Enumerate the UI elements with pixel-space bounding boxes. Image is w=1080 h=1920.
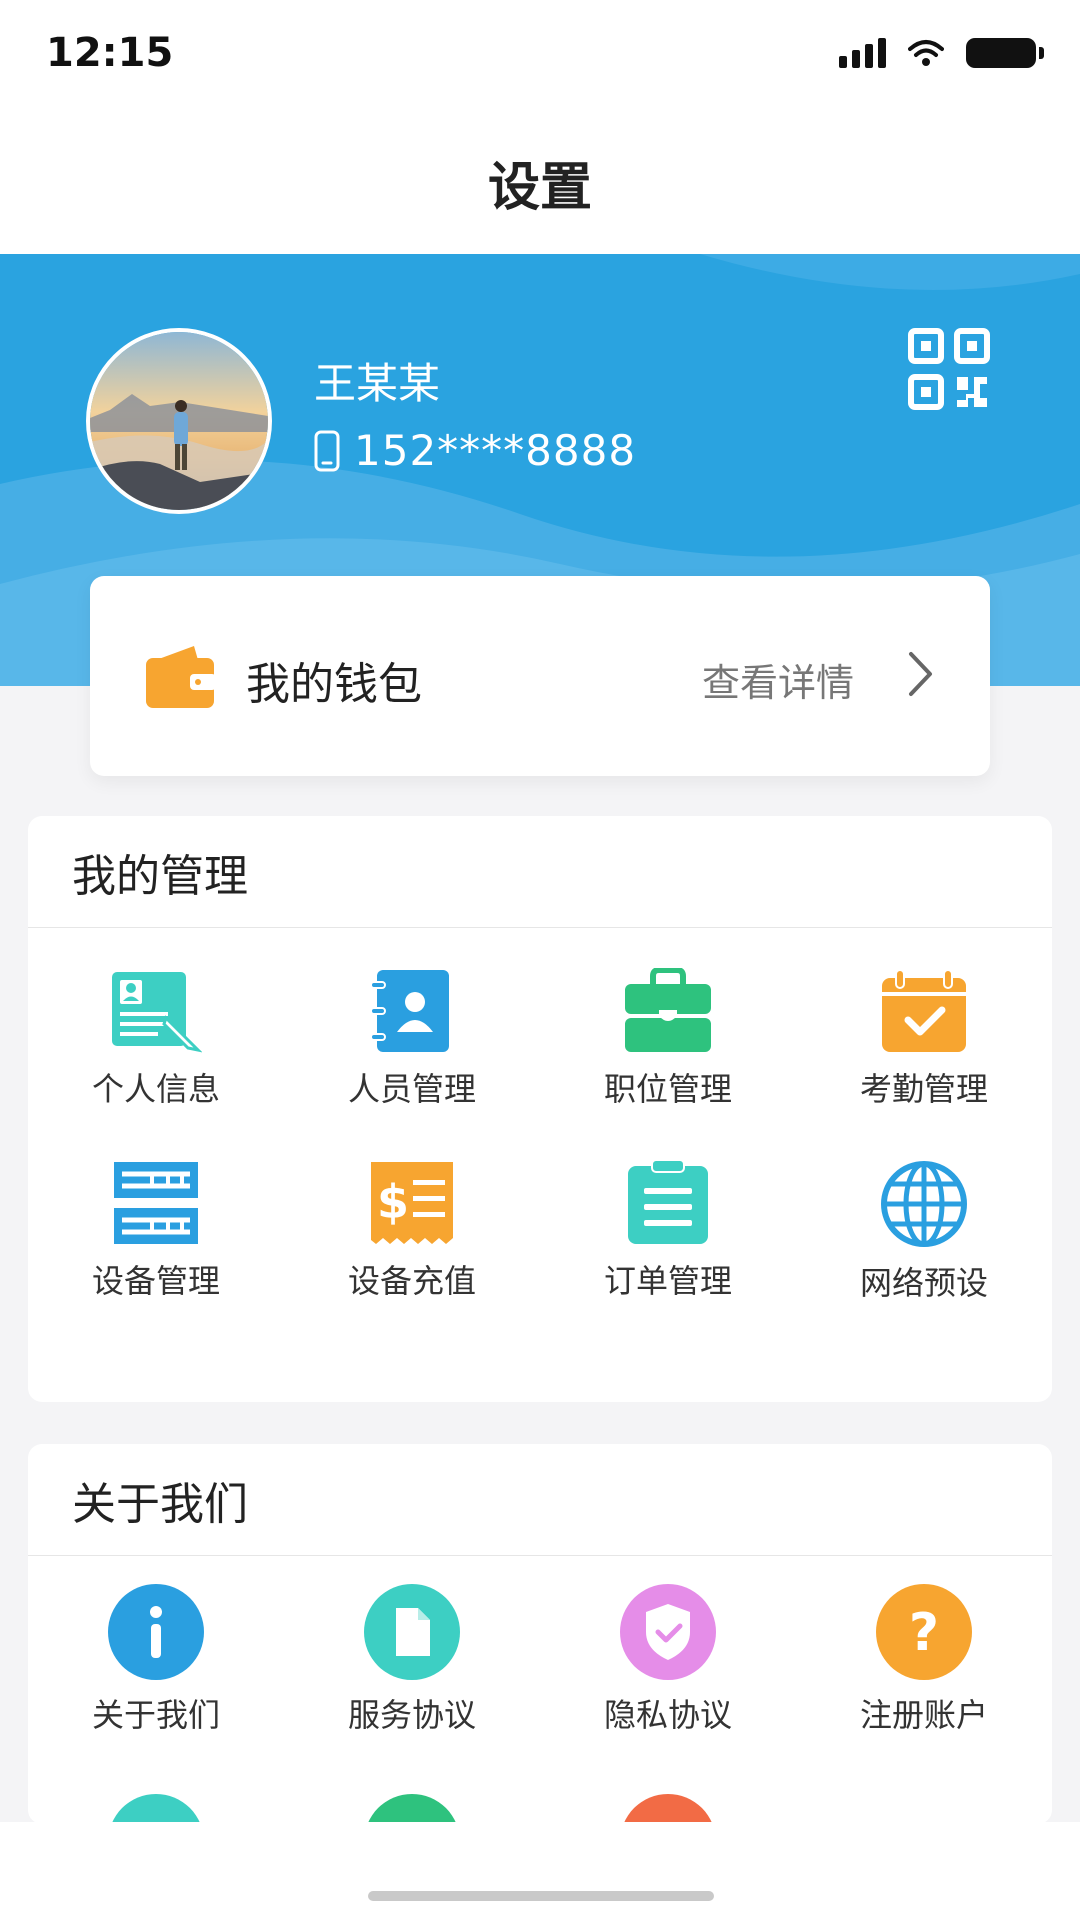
mobile-phone-icon	[314, 430, 340, 471]
management-section-title: 我的管理	[28, 816, 1052, 928]
wallet-icon	[146, 646, 216, 708]
phone-row: 152****8888	[314, 426, 636, 475]
menu-item-register-account[interactable]: ? 注册账户	[796, 1584, 1052, 1754]
nav-bar: 设置	[0, 110, 1080, 254]
contacts-book-icon	[370, 970, 449, 1052]
wallet-details-link[interactable]: 查看详情	[702, 652, 854, 707]
menu-item-label: 设备充值	[347, 1262, 476, 1300]
menu-item-staff-management[interactable]: 人员管理	[284, 968, 540, 1120]
shield-check-icon	[620, 1584, 716, 1680]
question-icon: ?	[876, 1584, 972, 1680]
menu-item-about-us[interactable]: 关于我们	[28, 1584, 284, 1754]
document-icon	[364, 1584, 460, 1680]
management-grid: 个人信息 人员管理 职位管理 考勤管理 设备管理 $ 设备充值 订单管理 网络预…	[28, 928, 1052, 1312]
menu-item-label: 订单管理	[603, 1262, 732, 1300]
wallet-title: 我的钱包	[246, 659, 422, 710]
menu-item-label: 隐私协议	[603, 1696, 732, 1734]
briefcase-icon	[625, 968, 711, 1052]
recharge-receipt-icon: $	[371, 1162, 453, 1244]
server-rack-icon	[114, 1162, 198, 1244]
menu-item-label: 个人信息	[91, 1070, 220, 1108]
menu-item-network-preset[interactable]: 网络预设	[796, 1160, 1052, 1312]
info-icon	[108, 1584, 204, 1680]
management-section: 我的管理 个人信息 人员管理 职位管理 考勤管理 设备管理 $ 设备充值 订单管…	[28, 816, 1052, 1402]
signal-icon	[839, 38, 886, 68]
menu-item-label: 服务协议	[347, 1696, 476, 1734]
about-section-title: 关于我们	[28, 1444, 1052, 1556]
clipboard-icon	[628, 1160, 708, 1244]
menu-item-label: 关于我们	[91, 1696, 220, 1734]
wifi-icon	[908, 40, 944, 66]
menu-item-label: 注册账户	[859, 1696, 988, 1734]
wallet-card[interactable]: 我的钱包 查看详情	[90, 576, 990, 776]
home-indicator-area	[0, 1822, 1080, 1920]
status-icons	[839, 38, 1044, 68]
menu-item-personal-info[interactable]: 个人信息	[28, 968, 284, 1120]
page-title: 设置	[487, 157, 592, 218]
svg-text:$: $	[377, 1175, 409, 1229]
user-name: 王某某	[314, 359, 441, 408]
menu-item-service-agreement[interactable]: 服务协议	[284, 1584, 540, 1754]
calendar-check-icon	[882, 969, 966, 1052]
menu-item-device-management[interactable]: 设备管理	[28, 1160, 284, 1312]
partial-next-row-icons	[111, 1794, 713, 1824]
menu-item-attendance-management[interactable]: 考勤管理	[796, 968, 1052, 1120]
chevron-right-icon	[909, 652, 932, 696]
menu-item-label: 网络预设	[859, 1264, 988, 1302]
menu-item-device-recharge[interactable]: $ 设备充值	[284, 1160, 540, 1312]
phone-number: 152****8888	[354, 426, 637, 475]
about-grid: 关于我们 服务协议 隐私协议 ? 注册账户	[28, 1556, 1052, 1754]
status-bar: 12:15	[0, 0, 1080, 110]
qr-code-icon[interactable]	[908, 328, 990, 410]
avatar[interactable]	[86, 328, 272, 514]
menu-item-label: 人员管理	[347, 1070, 476, 1108]
menu-item-label: 职位管理	[603, 1070, 732, 1108]
menu-item-label: 考勤管理	[859, 1070, 988, 1108]
battery-icon	[966, 38, 1044, 68]
status-time: 12:15	[46, 30, 174, 76]
globe-icon	[881, 1161, 967, 1247]
home-indicator[interactable]	[368, 1891, 714, 1901]
profile-card-icon	[112, 972, 202, 1053]
menu-item-position-management[interactable]: 职位管理	[540, 968, 796, 1120]
menu-item-order-management[interactable]: 订单管理	[540, 1160, 796, 1312]
svg-text:?: ?	[909, 1603, 939, 1663]
menu-item-label: 设备管理	[91, 1262, 220, 1300]
about-section: 关于我们 关于我们 服务协议 隐私协议 ? 注册账户	[28, 1444, 1052, 1824]
menu-item-privacy-agreement[interactable]: 隐私协议	[540, 1584, 796, 1754]
